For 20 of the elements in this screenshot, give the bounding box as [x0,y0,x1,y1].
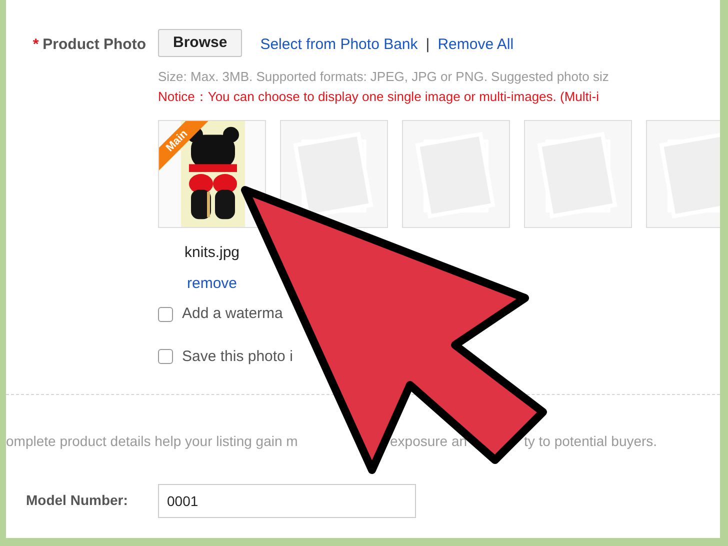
link-separator: | [426,35,430,55]
field-label: Model Number: [26,492,128,508]
info-text: omplete product details help your listing gain m [6,432,299,451]
checkbox-label: Add a waterma [182,304,283,324]
info-text: exposure an [390,432,468,451]
notice-text: Notice：You can choose to display one single image or multi-images. (Multi-i [158,88,600,106]
required-mark: * [32,35,39,55]
browse-button[interactable]: Browse [158,29,242,57]
empty-photo-slot[interactable] [280,120,388,228]
file-name: knits.jpg [184,243,240,263]
remove-link[interactable]: remove [186,272,238,295]
photo-bank-link[interactable]: Select from Photo Bank [260,34,418,56]
model-number-field[interactable]: 0001 [158,484,416,518]
checkbox-label: Save this photo i [182,346,293,366]
size-hint: Size: Max. 3MB. Supported formats: JPEG, JPG or PNG. Suggested photo siz [158,68,609,86]
remove-all-link[interactable]: Remove All [438,34,514,56]
checkbox[interactable] [158,306,173,322]
field-label: Product Photo [42,35,146,55]
checkbox[interactable] [158,349,173,364]
info-text: ty to potential buyers. [524,432,658,451]
